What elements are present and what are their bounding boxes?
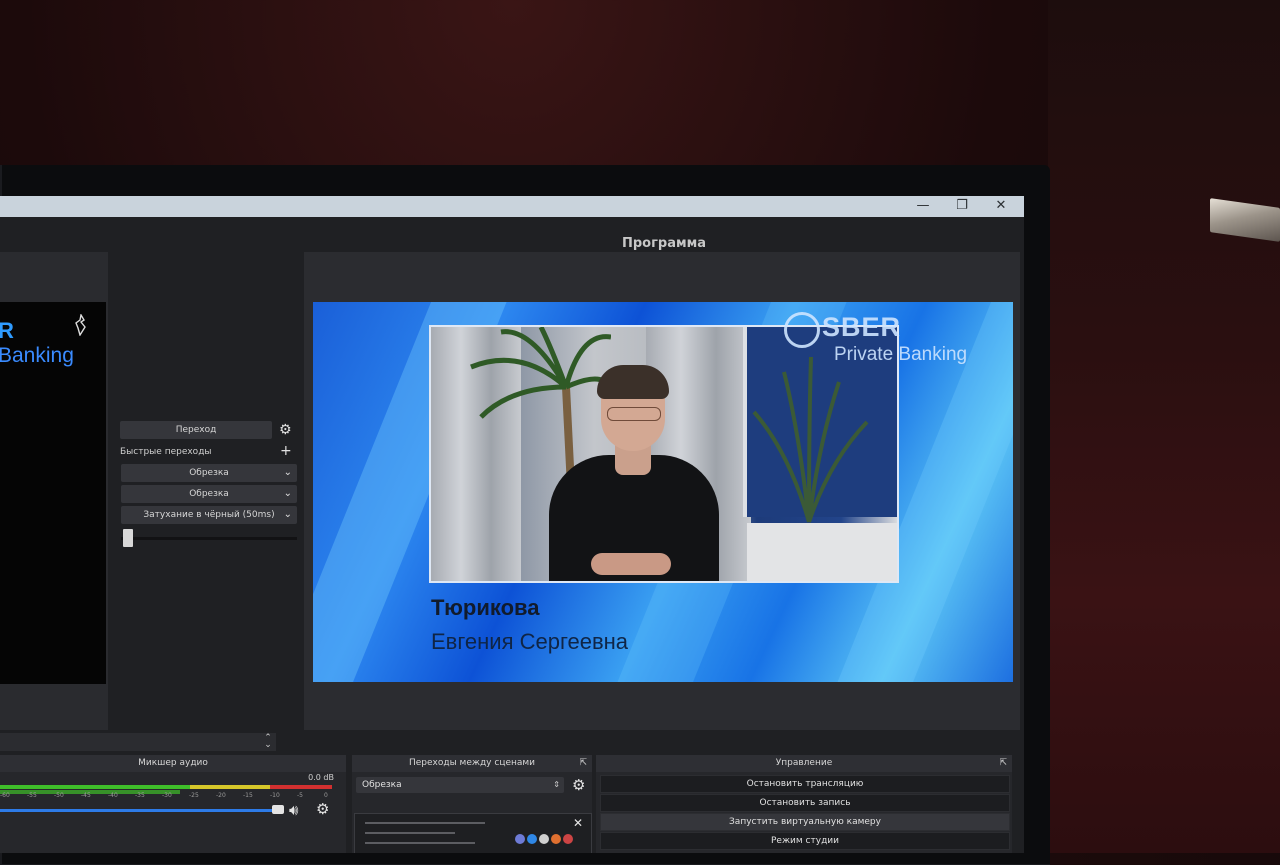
notification-text-line (365, 842, 475, 844)
quick-transition-label: Затухание в чёрный (50ms) (143, 510, 275, 520)
quick-transition-item[interactable]: Обрезка ⌄ (121, 485, 297, 503)
transition-type-value: Обрезка (362, 780, 402, 790)
presenter-hair (597, 365, 669, 399)
background-curtain (1048, 0, 1280, 853)
start-virtual-camera-button[interactable]: Запустить виртуальную камеру (600, 813, 1010, 831)
scene-collection-bar[interactable]: ⌃ ⌄ (0, 733, 276, 751)
db-tick: -35 (135, 792, 145, 799)
sber-brand-sub: Private Banking (834, 344, 968, 365)
volume-slider-handle[interactable] (272, 805, 284, 814)
db-tick: -10 (270, 792, 280, 799)
notification-popup[interactable]: ✕ (354, 813, 592, 853)
lower-third-given-names: Евгения Сергеевна (431, 629, 629, 654)
db-tick: -15 (243, 792, 253, 799)
quick-transition-label: Обрезка (189, 489, 229, 499)
spinner-arrows-icon: ⇕ (553, 780, 560, 789)
program-title: Программа (621, 236, 706, 251)
app-icon (563, 834, 573, 844)
db-tick: -20 (216, 792, 226, 799)
db-tick: -50 (54, 792, 64, 799)
stop-recording-button[interactable]: Остановить запись (600, 794, 1010, 812)
audio-mixer-title: Микшер аудио (138, 758, 208, 768)
chevron-down-icon: ⌄ (283, 467, 292, 478)
add-quick-transition-icon[interactable]: + (280, 444, 292, 458)
app-icon (515, 834, 525, 844)
chevron-down-icon: ⌄ (283, 488, 292, 499)
app-icon (551, 834, 561, 844)
db-tick: -55 (27, 792, 37, 799)
program-canvas[interactable]: SBER Private Banking Тюрикова Евгения Се… (313, 302, 1013, 682)
close-icon[interactable]: ✕ (573, 816, 583, 830)
scene-transitions-title: Переходы между сценами (408, 758, 536, 768)
scene-transitions-dock: Переходы между сценами ⇱ Обрезка ⇕ ⚙ ✕ (352, 755, 592, 853)
audio-mixer-dock: Микшер аудио 0.0 dB -60 -55 -50 -45 -40 … (0, 755, 346, 853)
undock-icon[interactable]: ⇱ (579, 755, 587, 772)
controls-dock: Управление ⇱ Остановить трансляцию Остан… (596, 755, 1012, 853)
quick-transition-item[interactable]: Затухание в чёрный (50ms) ⌄ (121, 506, 297, 524)
audio-meter-green (0, 785, 190, 789)
db-tick: -25 (189, 792, 199, 799)
stop-streaming-button[interactable]: Остановить трансляцию (600, 775, 1010, 793)
quick-transitions-label: Быстрые переходы (120, 447, 212, 457)
transition-gear-icon[interactable]: ⚙ (279, 423, 292, 437)
restore-button[interactable]: ❐ (943, 196, 981, 217)
minimize-button[interactable]: — (904, 196, 942, 217)
app-icon (539, 834, 549, 844)
db-tick: -5 (297, 792, 303, 799)
speaker-icon[interactable]: 🔊︎ (289, 801, 298, 819)
app-icon (527, 834, 537, 844)
spinner-arrows-icon[interactable]: ⌃ ⌄ (262, 734, 274, 750)
audio-level-readout: 0.0 dB (308, 773, 334, 782)
sber-brand-name: SBER (822, 312, 902, 342)
db-tick: -30 (162, 792, 172, 799)
controls-title: Управление (775, 758, 833, 768)
window-plant (752, 356, 869, 523)
db-tick: -40 (108, 792, 118, 799)
audio-meter-red (270, 785, 332, 789)
db-tick: -60 (0, 792, 10, 799)
dock-header: Переходы между сценами ⇱ (352, 755, 592, 772)
preview-brand-fragment: R (0, 318, 14, 343)
audio-meter-yellow (190, 785, 270, 789)
quick-transition-label: Обрезка (189, 468, 229, 478)
preview-canvas[interactable]: R Banking (0, 302, 106, 684)
db-tick: 0 (324, 792, 328, 799)
chevron-down-icon: ⌄ (283, 509, 292, 520)
dock-header: Микшер аудио (0, 755, 346, 772)
db-tick: -45 (81, 792, 91, 799)
t-bar-handle[interactable] (123, 529, 133, 547)
camera-video-frame (429, 325, 899, 583)
preview-emblem-icon (74, 313, 88, 337)
sber-logo-icon (784, 312, 820, 348)
glasses-icon (607, 407, 661, 421)
transition-button[interactable]: Переход (120, 421, 272, 439)
obs-window: — ❐ ✕ R Banking Переход ⚙ Быстрые перехо… (0, 196, 1024, 853)
gear-icon[interactable]: ⚙ (316, 800, 329, 818)
notification-app-icons (515, 829, 585, 844)
preview-banking-text: Banking (0, 344, 74, 367)
quick-transition-item[interactable]: Обрезка ⌄ (121, 464, 297, 482)
lower-third-surname: Тюрикова (431, 595, 540, 620)
transitions-column: Переход ⚙ Быстрые переходы + Обрезка ⌄ О… (116, 196, 306, 730)
gear-icon[interactable]: ⚙ (572, 776, 585, 794)
transition-type-select[interactable]: Обрезка ⇕ (356, 777, 564, 793)
dock-header: Управление ⇱ (596, 755, 1012, 772)
close-button[interactable]: ✕ (982, 196, 1020, 217)
notification-text-line (365, 822, 485, 824)
studio-mode-button[interactable]: Режим студии (600, 832, 1010, 850)
presenter-hands (591, 553, 671, 575)
t-bar-track[interactable] (121, 537, 297, 540)
volume-slider-track[interactable] (0, 809, 280, 812)
undock-icon[interactable]: ⇱ (999, 755, 1007, 772)
notification-text-line (365, 832, 455, 834)
window-sill (747, 523, 897, 581)
